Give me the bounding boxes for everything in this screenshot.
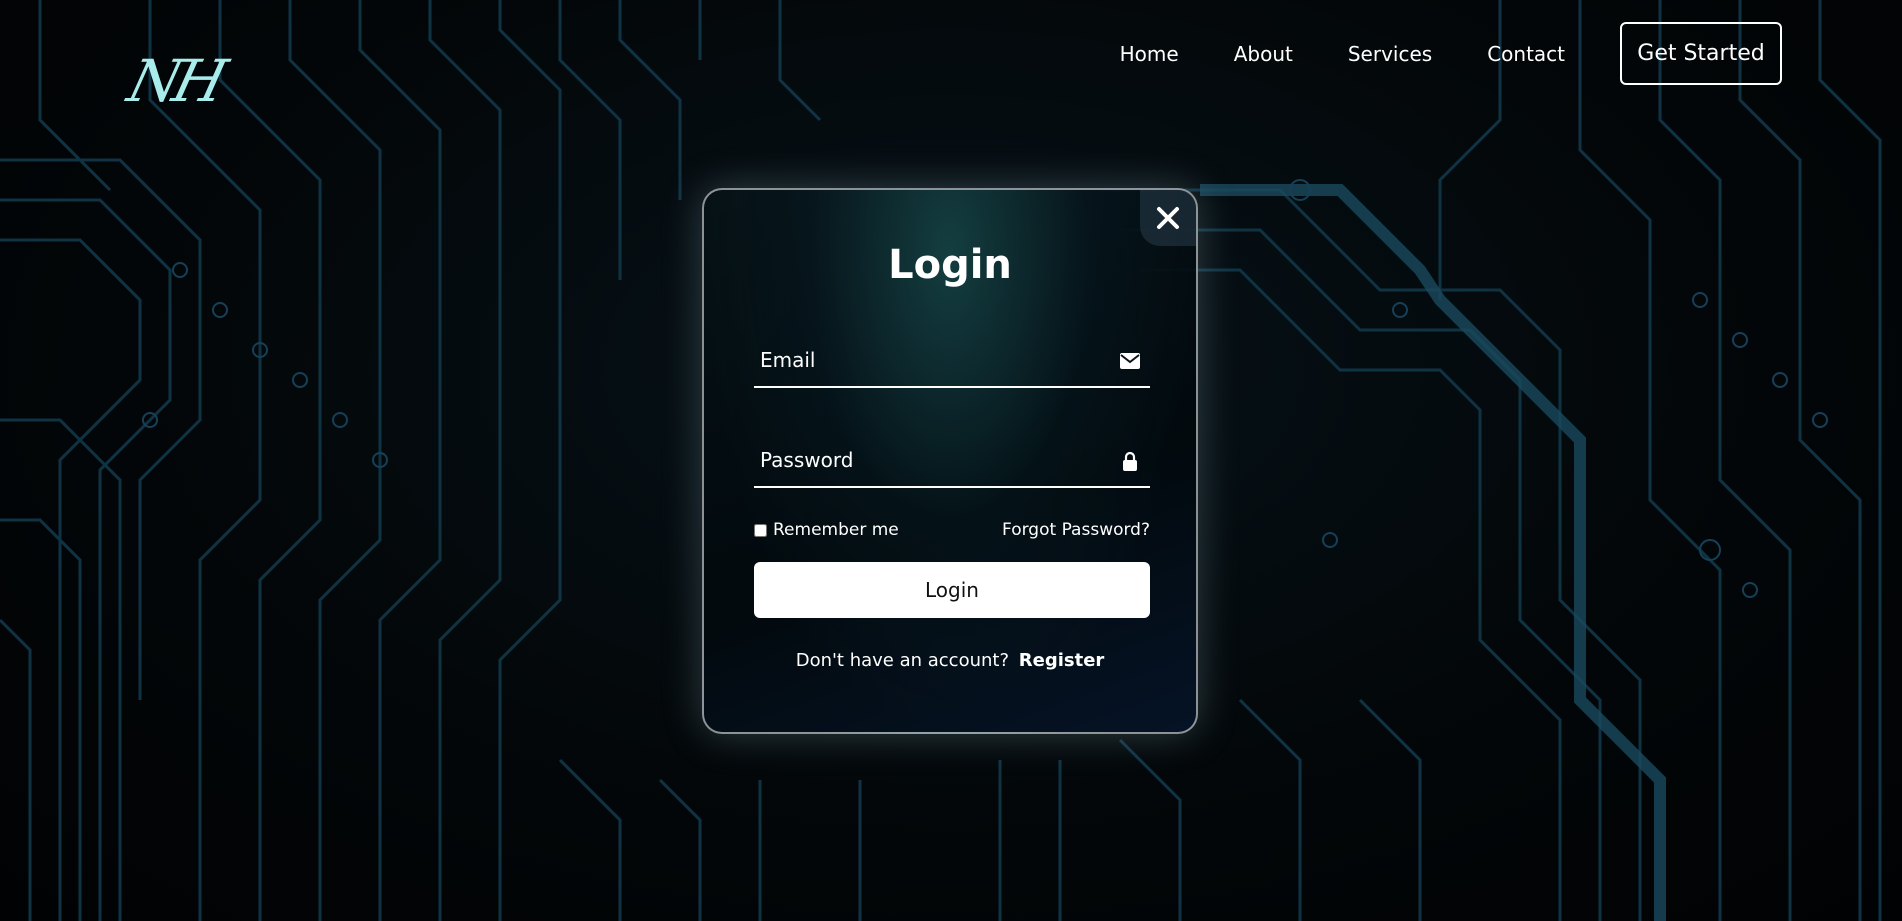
remember-me-checkbox[interactable] [754,523,767,537]
login-submit-button[interactable]: Login [754,562,1150,618]
login-modal: Login Remember me Forgot Password? Login [702,188,1198,734]
nav-link-home[interactable]: Home [1120,42,1179,66]
email-field-wrapper [754,336,1150,388]
nav-link-contact[interactable]: Contact [1487,42,1565,66]
lock-icon [1123,451,1137,471]
forgot-password-link[interactable]: Forgot Password? [1002,520,1150,540]
password-field[interactable] [754,436,1106,484]
nav-link-services[interactable]: Services [1348,42,1432,66]
close-button[interactable] [1140,190,1196,246]
password-field-wrapper [754,436,1150,488]
envelope-icon [1120,353,1140,369]
remember-me[interactable]: Remember me [754,520,899,540]
login-title: Login [888,242,1012,288]
login-options-row: Remember me Forgot Password? [754,516,1150,544]
register-prompt-text: Don't have an account? [795,650,1010,671]
register-link[interactable]: Register [1019,650,1105,671]
close-icon [1157,207,1179,229]
email-field[interactable] [754,336,1106,384]
main-nav: Home About Services Contact Get Started [1065,22,1782,85]
brand-logo[interactable]: NH [122,47,228,115]
nav-link-about[interactable]: About [1234,42,1293,66]
get-started-button[interactable]: Get Started [1620,22,1782,85]
remember-me-label: Remember me [773,520,899,540]
page: NH Home About Services Contact Get Start… [0,0,1902,921]
site-header: NH Home About Services Contact Get Start… [0,0,1902,115]
register-prompt-row: Don't have an account? Register [704,650,1196,671]
